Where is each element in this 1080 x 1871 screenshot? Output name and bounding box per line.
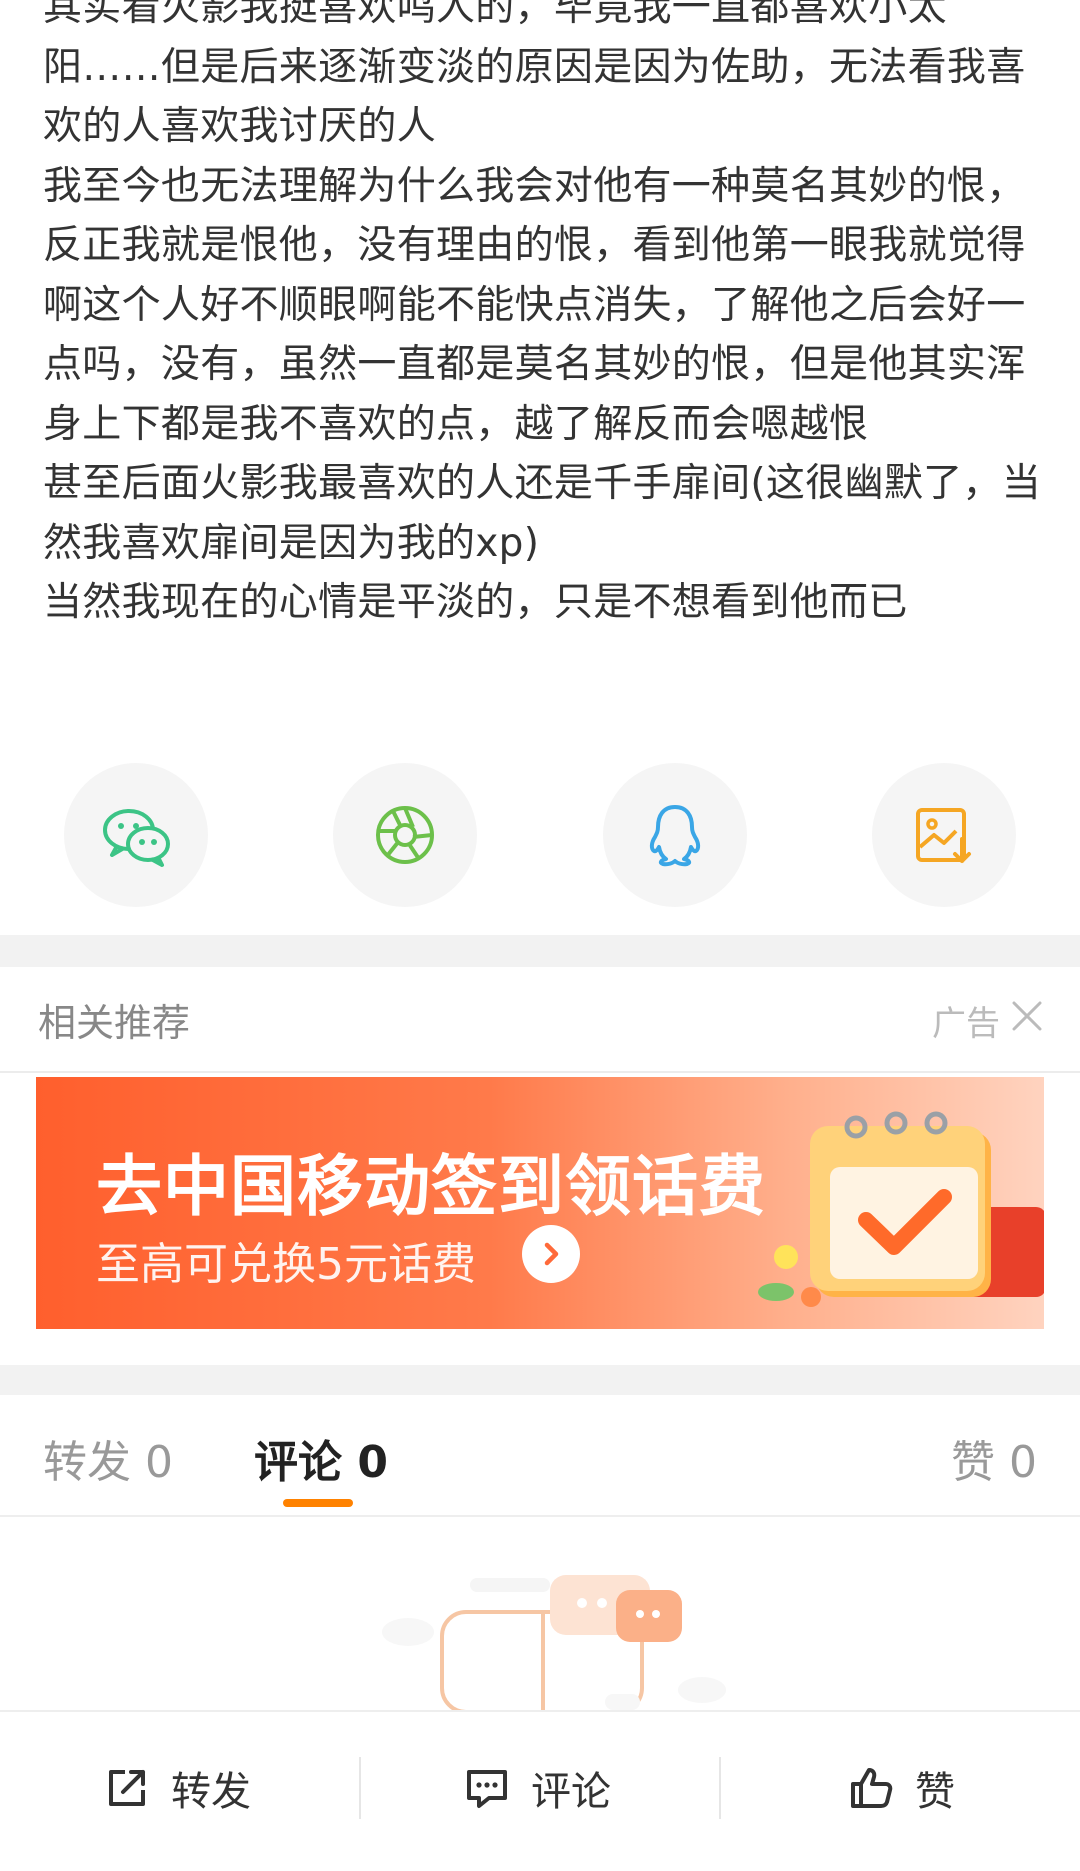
share-moments-button[interactable]: [333, 763, 477, 907]
repost-label: 转发: [171, 1769, 251, 1815]
comment-button[interactable]: 评论: [463, 1757, 611, 1819]
save-image-icon: [916, 808, 971, 863]
ad-banner[interactable]: 去中国移动签到领话费 至高可兑换5元话费: [36, 1077, 1044, 1329]
tab-comment[interactable]: 评论 0: [254, 1426, 388, 1490]
tab-active-indicator: [283, 1499, 353, 1507]
like-button[interactable]: 赞: [847, 1757, 955, 1819]
tab-like[interactable]: 赞 0: [951, 1426, 1037, 1490]
section-divider: [0, 1365, 1080, 1395]
tab-repost[interactable]: 转发 0: [43, 1426, 173, 1490]
share-row: [0, 763, 1080, 908]
like-label: 赞: [915, 1769, 955, 1815]
chevron-right-icon: [522, 1225, 580, 1283]
related-header: 相关推荐 广告: [0, 968, 1080, 1073]
share-out-icon: [109, 1770, 145, 1806]
post-body: 其实看火影我挺喜欢鸣人的，毕竟我一直都喜欢小太阳……但是后来逐渐变淡的原因是因为…: [43, 0, 1043, 633]
comment-tabs: 转发 0 评论 0 赞 0: [0, 1400, 1080, 1517]
calendar-check-icon: [758, 1111, 1044, 1307]
save-image-button[interactable]: [872, 763, 1016, 907]
bottom-action-bar: 转发 评论 赞: [0, 1710, 1080, 1871]
moments-icon: [376, 806, 434, 864]
banner-subtitle: 至高可兑换5元话费: [96, 1239, 476, 1290]
qq-icon: [649, 805, 701, 867]
post-paragraph: 当然我现在的心情是平淡的，只是不想看到他而已: [43, 580, 908, 625]
share-qq-button[interactable]: [603, 763, 747, 907]
post-paragraph: 我至今也无法理解为什么我会对他有一种莫名其妙的恨，反正我就是恨他，没有理由的恨，…: [43, 163, 1026, 447]
post-paragraph: 其实看火影我挺喜欢鸣人的，毕竟我一直都喜欢小太阳……但是后来逐渐变淡的原因是因为…: [43, 0, 1026, 149]
comment-icon: [467, 1770, 507, 1808]
thumbs-up-icon: [851, 1768, 893, 1808]
divider: [359, 1757, 361, 1819]
close-icon[interactable]: [1010, 999, 1044, 1033]
section-divider: [0, 935, 1080, 967]
ad-label: 广告: [932, 1004, 1000, 1044]
post-paragraph: 甚至后面火影我最喜欢的人还是千手扉间(这很幽默了，当然我喜欢扉间是因为我的xp): [43, 461, 1042, 566]
comment-label: 评论: [531, 1769, 611, 1815]
repost-button[interactable]: 转发: [103, 1757, 251, 1819]
wechat-icon: [103, 809, 170, 867]
empty-comments-illustration: [382, 1575, 726, 1710]
share-wechat-button[interactable]: [64, 763, 208, 907]
related-title: 相关推荐: [38, 1001, 191, 1045]
banner-title: 去中国移动签到领话费: [96, 1148, 766, 1225]
divider: [719, 1757, 721, 1819]
